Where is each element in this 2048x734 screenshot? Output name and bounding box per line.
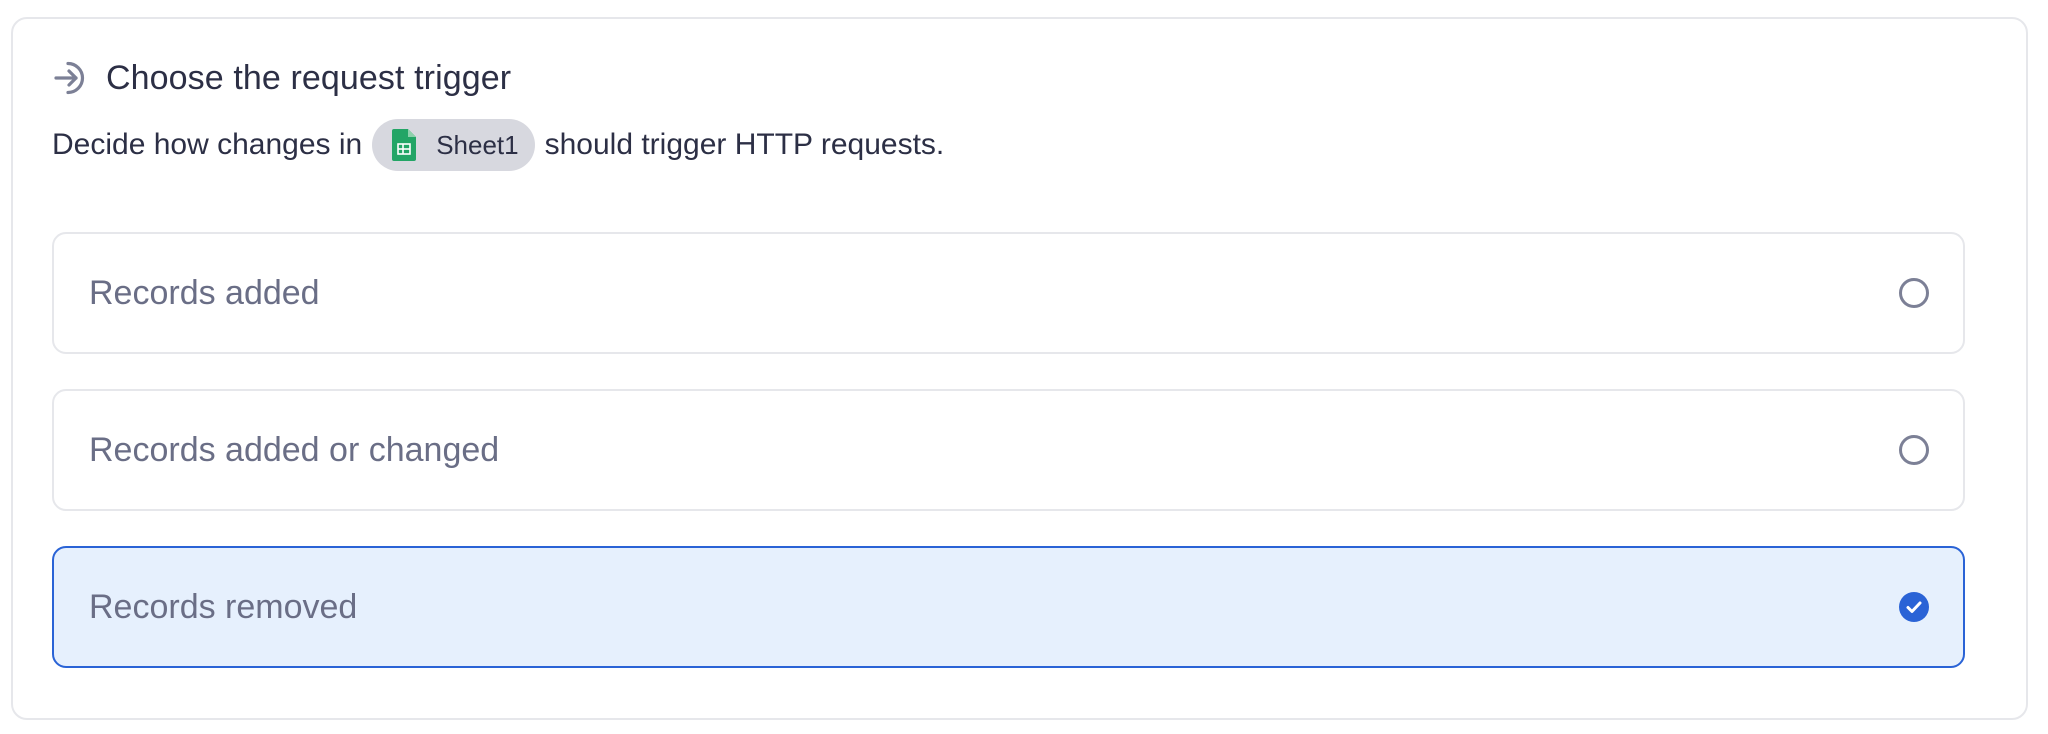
section-title: Choose the request trigger [106,58,512,97]
arrow-right-to-circle-icon [52,59,90,97]
option-records-added[interactable]: Records added [52,232,1965,354]
option-records-removed[interactable]: Records removed [52,546,1965,668]
google-sheets-icon [392,129,417,161]
option-label: Records added or changed [89,431,500,469]
sheet-chip: Sheet1 [372,119,535,171]
description-suffix: should trigger HTTP requests. [544,128,945,161]
radio-button[interactable] [1899,435,1929,465]
sheet-name: Sheet1 [436,129,519,160]
radio-button[interactable] [1899,278,1929,308]
option-label: Records added [89,274,320,312]
section-description: Decide how changes in Sheet1 should trig… [52,118,944,172]
section-header: Choose the request trigger [52,56,511,100]
checkmark-circle-icon[interactable] [1899,592,1929,622]
option-label: Records removed [89,588,358,626]
description-prefix: Decide how changes in [52,128,363,161]
option-records-added-or-changed[interactable]: Records added or changed [52,389,1965,511]
